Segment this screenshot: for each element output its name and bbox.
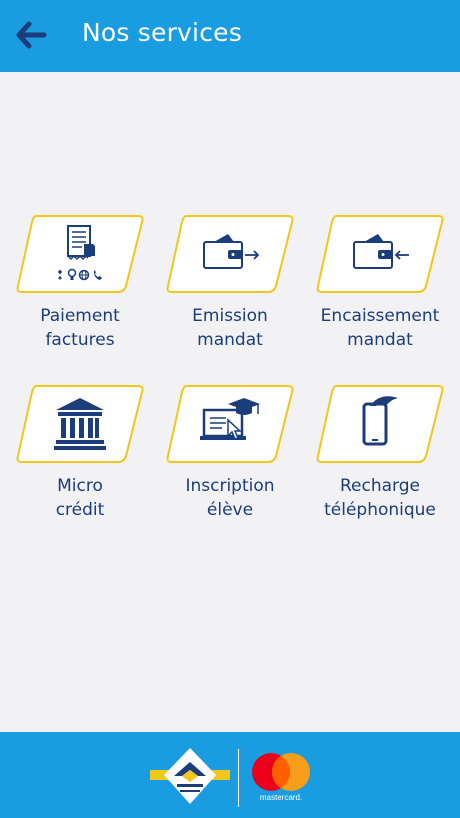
top-bar: Nos services [0, 0, 460, 72]
mastercard-wordmark: mastercard. [259, 793, 303, 802]
wallet-send-icon [203, 234, 260, 269]
service-label: Paiement factures [40, 306, 120, 350]
service-label: Recharge téléphonique [324, 476, 436, 520]
phone-recharge-icon [362, 396, 398, 446]
arrow-left-icon [16, 21, 47, 49]
footer-bar [0, 732, 460, 818]
wallet-receive-icon [353, 234, 409, 269]
bill-payment-icon [58, 225, 102, 281]
service-label: Inscription élève [185, 476, 275, 520]
service-label: Emission mandat [192, 306, 268, 350]
page-title: Nos services [82, 18, 242, 47]
service-label: Micro crédit [55, 476, 105, 520]
bank-icon [54, 398, 106, 450]
post-logo [150, 748, 230, 804]
footer-divider [238, 749, 239, 807]
student-enrollment-icon [200, 398, 260, 440]
back-button[interactable] [12, 18, 50, 52]
service-label: Encaissement mandat [320, 306, 440, 350]
